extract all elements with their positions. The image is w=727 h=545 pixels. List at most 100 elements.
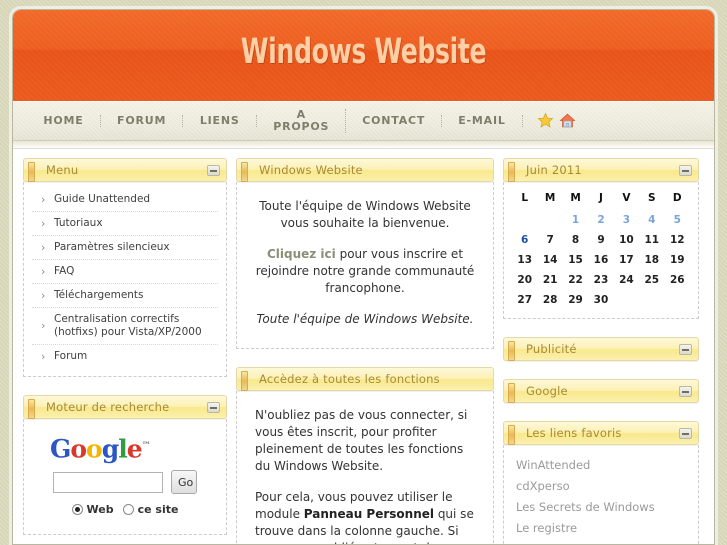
calendar-day: 21 xyxy=(542,274,558,286)
calendar-table: L M M J V S D 1 2 3 4 5 6 7 8 9 10 11 12… xyxy=(512,188,690,310)
main-content: Windows Website Toute l'équipe de Window… xyxy=(236,158,494,544)
radio-ce-site-input[interactable] xyxy=(122,504,134,516)
favlinks-list: WinAttended cdXperso Les Secrets de Wind… xyxy=(512,451,690,544)
calendar-collapse-button[interactable] xyxy=(679,164,692,176)
radio-option-web[interactable]: Web xyxy=(71,503,114,517)
calendar-day[interactable]: 2 xyxy=(588,210,613,230)
calendar-day: 19 xyxy=(669,254,685,266)
menu-item-telechargements[interactable]: Téléchargements xyxy=(32,284,218,308)
calendar-day: 26 xyxy=(669,274,685,286)
calendar-weekday: V xyxy=(622,192,631,204)
calendar-day: 11 xyxy=(644,234,660,246)
nav-item-a-propos[interactable]: A PROPOS xyxy=(257,108,347,133)
calendar-day: 8 xyxy=(571,234,580,246)
calendar-day xyxy=(665,290,690,310)
google-search-form: Go xyxy=(38,470,212,495)
nav-item-home[interactable]: HOME xyxy=(27,114,101,127)
calendar-day: 9 xyxy=(597,234,605,246)
nav-item-email[interactable]: E-MAIL xyxy=(442,114,523,127)
left-sidebar: Menu Guide Unattended Tutoriaux Paramètr… xyxy=(23,158,227,544)
calendar-day: 22 xyxy=(568,274,583,286)
calendar-weekday-row: L M M J V S D xyxy=(512,188,690,210)
calendar-day: 14 xyxy=(542,254,558,266)
calendar-day: 24 xyxy=(619,274,634,286)
star-icon[interactable] xyxy=(537,112,554,129)
calendar-weekday: L xyxy=(521,192,529,204)
search-collapse-button[interactable] xyxy=(207,401,220,413)
calendar-weekday: D xyxy=(672,192,682,204)
publicite-block: Publicité xyxy=(503,337,699,361)
radio-option-ce-site[interactable]: ce site xyxy=(122,503,179,517)
calendar-day[interactable]: 1 xyxy=(563,210,588,230)
menu-block-header: Menu xyxy=(23,158,227,182)
content-columns: Menu Guide Unattended Tutoriaux Paramètr… xyxy=(13,149,714,544)
menu-list: Guide Unattended Tutoriaux Paramètres si… xyxy=(32,188,218,368)
calendar-day: 27 xyxy=(517,294,533,306)
calendar-day-today[interactable]: 6 xyxy=(512,230,537,250)
google-block-title: Google xyxy=(526,384,568,398)
search-block-header: Moteur de recherche xyxy=(23,395,227,419)
page-container: Windows Website HOME FORUM LIENS A PROPO… xyxy=(12,9,715,545)
favlink-wpc-fr-net[interactable]: www.wpc-fr.net xyxy=(516,539,690,544)
radio-ce-site-label: ce site xyxy=(137,503,179,517)
calendar-day: 15 xyxy=(568,254,583,266)
calendar-day xyxy=(614,290,639,310)
functions-block-title: Accèdez à toutes les fonctions xyxy=(259,372,440,386)
calendar-week-row: 1 2 3 4 5 xyxy=(512,210,690,230)
menu-item-parametres-silencieux[interactable]: Paramètres silencieux xyxy=(32,236,218,260)
favlink-cdxperso[interactable]: cdXperso xyxy=(516,476,690,497)
google-logo-g2: g xyxy=(101,434,120,464)
calendar-day[interactable]: 4 xyxy=(639,210,664,230)
favlink-winattended[interactable]: WinAttended xyxy=(516,455,690,476)
radio-web-label: Web xyxy=(86,503,114,517)
nav-item-contact[interactable]: CONTACT xyxy=(346,114,443,127)
welcome-text: Toute l'équipe de Windows Website vous s… xyxy=(245,188,485,340)
favlinks-block-header: Les liens favoris xyxy=(503,421,699,445)
menu-item-centralisation-correctifs[interactable]: Centralisation correctifs (hotfixs) pour… xyxy=(32,308,218,345)
menu-item-guide-unattended[interactable]: Guide Unattended xyxy=(32,188,218,212)
search-block: Moteur de recherche Google™ Go Web ce si… xyxy=(23,395,227,536)
nav-icon-group xyxy=(523,112,590,129)
menu-collapse-button[interactable] xyxy=(207,164,220,176)
calendar-weekday: M xyxy=(570,192,581,204)
home-icon[interactable] xyxy=(559,112,576,129)
calendar-day xyxy=(639,290,664,310)
calendar-block: Juin 2011 L M M J V S D 1 2 3 4 5 6 7 8 … xyxy=(503,158,699,319)
search-input[interactable] xyxy=(53,471,163,493)
publicite-collapse-button[interactable] xyxy=(679,343,692,355)
google-logo-g1: G xyxy=(50,434,71,464)
calendar-week-row: 20 21 22 23 24 25 26 xyxy=(512,270,690,290)
welcome-block-body: Toute l'équipe de Windows Website vous s… xyxy=(236,182,494,349)
favlink-les-secrets-de-windows[interactable]: Les Secrets de Windows xyxy=(516,497,690,518)
menu-item-faq[interactable]: FAQ xyxy=(32,260,218,284)
calendar-day[interactable]: 5 xyxy=(665,210,690,230)
google-block: Google xyxy=(503,379,699,403)
radio-web-input[interactable] xyxy=(71,504,83,516)
favlinks-block: Les liens favoris WinAttended cdXperso L… xyxy=(503,421,699,544)
google-logo-o2: o xyxy=(86,434,103,464)
menu-item-tutoriaux[interactable]: Tutoriaux xyxy=(32,212,218,236)
calendar-day: 30 xyxy=(593,294,609,306)
google-collapse-button[interactable] xyxy=(679,385,692,397)
right-sidebar: Juin 2011 L M M J V S D 1 2 3 4 5 6 7 8 … xyxy=(503,158,699,544)
welcome-paragraph-1: Toute l'équipe de Windows Website vous s… xyxy=(259,199,471,230)
menu-block: Menu Guide Unattended Tutoriaux Paramètr… xyxy=(23,158,227,377)
calendar-day: 7 xyxy=(546,234,554,246)
favlinks-collapse-button[interactable] xyxy=(679,427,692,439)
calendar-day: 13 xyxy=(517,254,533,266)
nav-item-liens[interactable]: LIENS xyxy=(183,114,258,127)
favlink-le-registre[interactable]: Le registre xyxy=(516,518,690,539)
publicite-block-title: Publicité xyxy=(526,342,577,356)
nav-item-forum[interactable]: FORUM xyxy=(101,114,184,127)
cliquez-ici-link[interactable]: Cliquez ici xyxy=(267,247,336,261)
menu-block-title: Menu xyxy=(46,163,79,177)
calendar-week-row: 6 7 8 9 10 11 12 xyxy=(512,230,690,250)
calendar-week-row: 27 28 29 30 xyxy=(512,290,690,310)
functions-block-header: Accèdez à toutes les fonctions xyxy=(236,367,494,391)
search-block-body: Google™ Go Web ce site xyxy=(23,419,227,536)
functions-text: N'oubliez pas de vous connecter, si vous… xyxy=(245,397,485,544)
menu-item-forum[interactable]: Forum xyxy=(32,345,218,368)
calendar-day[interactable]: 3 xyxy=(614,210,639,230)
calendar-day xyxy=(537,210,562,230)
search-go-button[interactable]: Go xyxy=(171,470,197,495)
